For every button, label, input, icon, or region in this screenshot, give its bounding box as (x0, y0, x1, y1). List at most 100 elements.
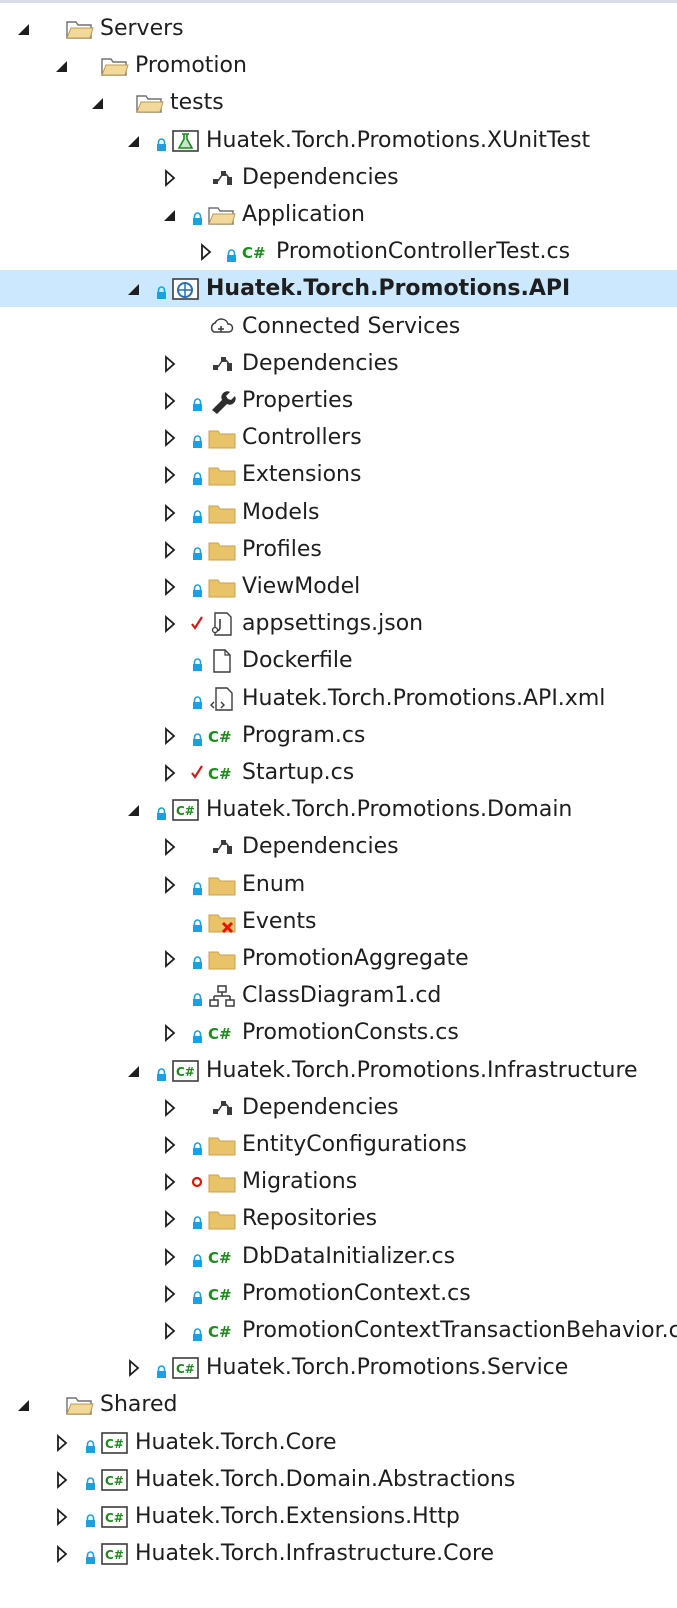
lock-icon (192, 579, 203, 597)
chevron-collapsed-icon[interactable] (163, 540, 177, 559)
chevron-collapsed-icon[interactable] (163, 837, 177, 856)
tree-item-label: ClassDiagram1.cd (242, 983, 442, 1008)
chevron-collapsed-icon[interactable] (163, 168, 177, 187)
chevron-collapsed-icon[interactable] (55, 1470, 69, 1489)
tree-item[interactable]: Connected Services (0, 308, 677, 345)
chevron-collapsed-icon[interactable] (55, 1433, 69, 1452)
chevron-collapsed-icon[interactable] (163, 763, 177, 782)
tree-item[interactable]: Shared (0, 1386, 677, 1423)
tree-item[interactable]: Huatek.Torch.Promotions.API.xml (0, 680, 677, 717)
chevron-collapsed-icon[interactable] (163, 949, 177, 968)
tree-item[interactable]: Dependencies (0, 345, 677, 382)
tree-item[interactable]: Huatek.Torch.Promotions.API (0, 270, 677, 307)
svg-text:C#: C# (208, 1286, 232, 1304)
csharp-file-icon: C# (241, 239, 271, 265)
tree-item[interactable]: C# Huatek.Torch.Promotions.Infrastructure (0, 1052, 677, 1089)
chevron-collapsed-icon[interactable] (163, 1172, 177, 1191)
tree-item[interactable]: C# Program.cs (0, 717, 677, 754)
tree-item[interactable]: C# Startup.cs (0, 754, 677, 791)
tree-item[interactable]: Repositories (0, 1200, 677, 1237)
tree-item[interactable]: tests (0, 84, 677, 121)
tree-item[interactable]: Dockerfile (0, 642, 677, 679)
tree-item[interactable]: appsettings.json (0, 605, 677, 642)
tree-item[interactable]: Extensions (0, 456, 677, 493)
tree-item[interactable]: Properties (0, 382, 677, 419)
tree-item[interactable]: C# DbDataInitializer.cs (0, 1238, 677, 1275)
chevron-collapsed-icon[interactable] (163, 465, 177, 484)
tree-item[interactable]: Controllers (0, 419, 677, 456)
tree-item[interactable]: C# PromotionConsts.cs (0, 1014, 677, 1051)
tree-item[interactable]: ClassDiagram1.cd (0, 977, 677, 1014)
chevron-collapsed-icon[interactable] (163, 1209, 177, 1228)
tree-item-label: PromotionContextTransactionBehavior.cs (242, 1318, 677, 1343)
tree-item-label: Models (242, 500, 320, 525)
tree-item-label: Properties (242, 388, 354, 413)
tree-item[interactable]: Migrations (0, 1163, 677, 1200)
tree-item[interactable]: Dependencies (0, 1089, 677, 1126)
chevron-collapsed-icon[interactable] (163, 1098, 177, 1117)
folder-open-icon (135, 90, 165, 116)
chevron-collapsed-icon[interactable] (163, 1135, 177, 1154)
lock-icon (192, 951, 203, 969)
chevron-collapsed-icon[interactable] (163, 354, 177, 373)
chevron-collapsed-icon[interactable] (163, 577, 177, 596)
tree-item[interactable]: C# Huatek.Torch.Core (0, 1424, 677, 1461)
chevron-collapsed-icon[interactable] (163, 875, 177, 894)
chevron-collapsed-icon[interactable] (127, 1358, 141, 1377)
tree-item[interactable]: Profiles (0, 531, 677, 568)
chevron-expanded-icon[interactable] (127, 800, 141, 818)
chevron-collapsed-icon[interactable] (163, 391, 177, 410)
folder-open-icon (207, 202, 237, 228)
chevron-expanded-icon[interactable] (127, 131, 141, 149)
tree-item-label: Controllers (242, 425, 362, 450)
tree-item[interactable]: Events (0, 903, 677, 940)
tree-item-label: Enum (242, 872, 306, 897)
tree-item[interactable]: Application (0, 196, 677, 233)
chevron-collapsed-icon[interactable] (55, 1507, 69, 1526)
chevron-collapsed-icon[interactable] (163, 1023, 177, 1042)
chevron-collapsed-icon[interactable] (163, 503, 177, 522)
chevron-collapsed-icon[interactable] (55, 1544, 69, 1563)
tree-item[interactable]: C# Huatek.Torch.Extensions.Http (0, 1498, 677, 1535)
tree-item[interactable]: Servers (0, 10, 677, 47)
chevron-expanded-icon[interactable] (127, 279, 141, 297)
tree-item-label: Extensions (242, 462, 362, 487)
chevron-collapsed-icon[interactable] (163, 614, 177, 633)
chevron-collapsed-icon[interactable] (163, 1321, 177, 1340)
tree-item[interactable]: Huatek.Torch.Promotions.XUnitTest (0, 122, 677, 159)
tree-item[interactable]: Promotion (0, 47, 677, 84)
lock-icon (192, 988, 203, 1006)
tree-item[interactable]: EntityConfigurations (0, 1126, 677, 1163)
chevron-expanded-icon[interactable] (163, 205, 177, 223)
chevron-expanded-icon[interactable] (17, 1395, 31, 1413)
tree-item-label: PromotionControllerTest.cs (276, 239, 571, 264)
chevron-collapsed-icon[interactable] (163, 428, 177, 447)
tree-item[interactable]: Enum (0, 866, 677, 903)
folder-open-icon (65, 1392, 95, 1418)
tree-item[interactable]: C# Huatek.Torch.Promotions.Domain (0, 791, 677, 828)
lock-icon (85, 1472, 96, 1490)
tree-item[interactable]: C# PromotionContextTransactionBehavior.cs (0, 1312, 677, 1349)
lock-icon (156, 133, 167, 151)
tree-item[interactable]: Models (0, 494, 677, 531)
chevron-expanded-icon[interactable] (55, 56, 69, 74)
chevron-expanded-icon[interactable] (17, 19, 31, 37)
tree-item[interactable]: ViewModel (0, 568, 677, 605)
tree-item[interactable]: C# PromotionContext.cs (0, 1275, 677, 1312)
tree-item[interactable]: Dependencies (0, 159, 677, 196)
tree-item[interactable]: C# Huatek.Torch.Promotions.Service (0, 1349, 677, 1386)
tree-item[interactable]: C# Huatek.Torch.Domain.Abstractions (0, 1461, 677, 1498)
chevron-expanded-icon[interactable] (91, 93, 105, 111)
tree-item[interactable]: Dependencies (0, 828, 677, 865)
chevron-expanded-icon[interactable] (127, 1061, 141, 1079)
chevron-collapsed-icon[interactable] (163, 1284, 177, 1303)
chevron-collapsed-icon[interactable] (163, 1247, 177, 1266)
tree-item[interactable]: C# Huatek.Torch.Infrastructure.Core (0, 1535, 677, 1572)
tree-item[interactable]: PromotionAggregate (0, 940, 677, 977)
chevron-collapsed-icon[interactable] (199, 242, 213, 261)
tree-item[interactable]: C# PromotionControllerTest.cs (0, 233, 677, 270)
test-project-icon (171, 128, 201, 154)
lock-icon (192, 1323, 203, 1341)
chevron-collapsed-icon[interactable] (163, 726, 177, 745)
lock-icon (192, 542, 203, 560)
